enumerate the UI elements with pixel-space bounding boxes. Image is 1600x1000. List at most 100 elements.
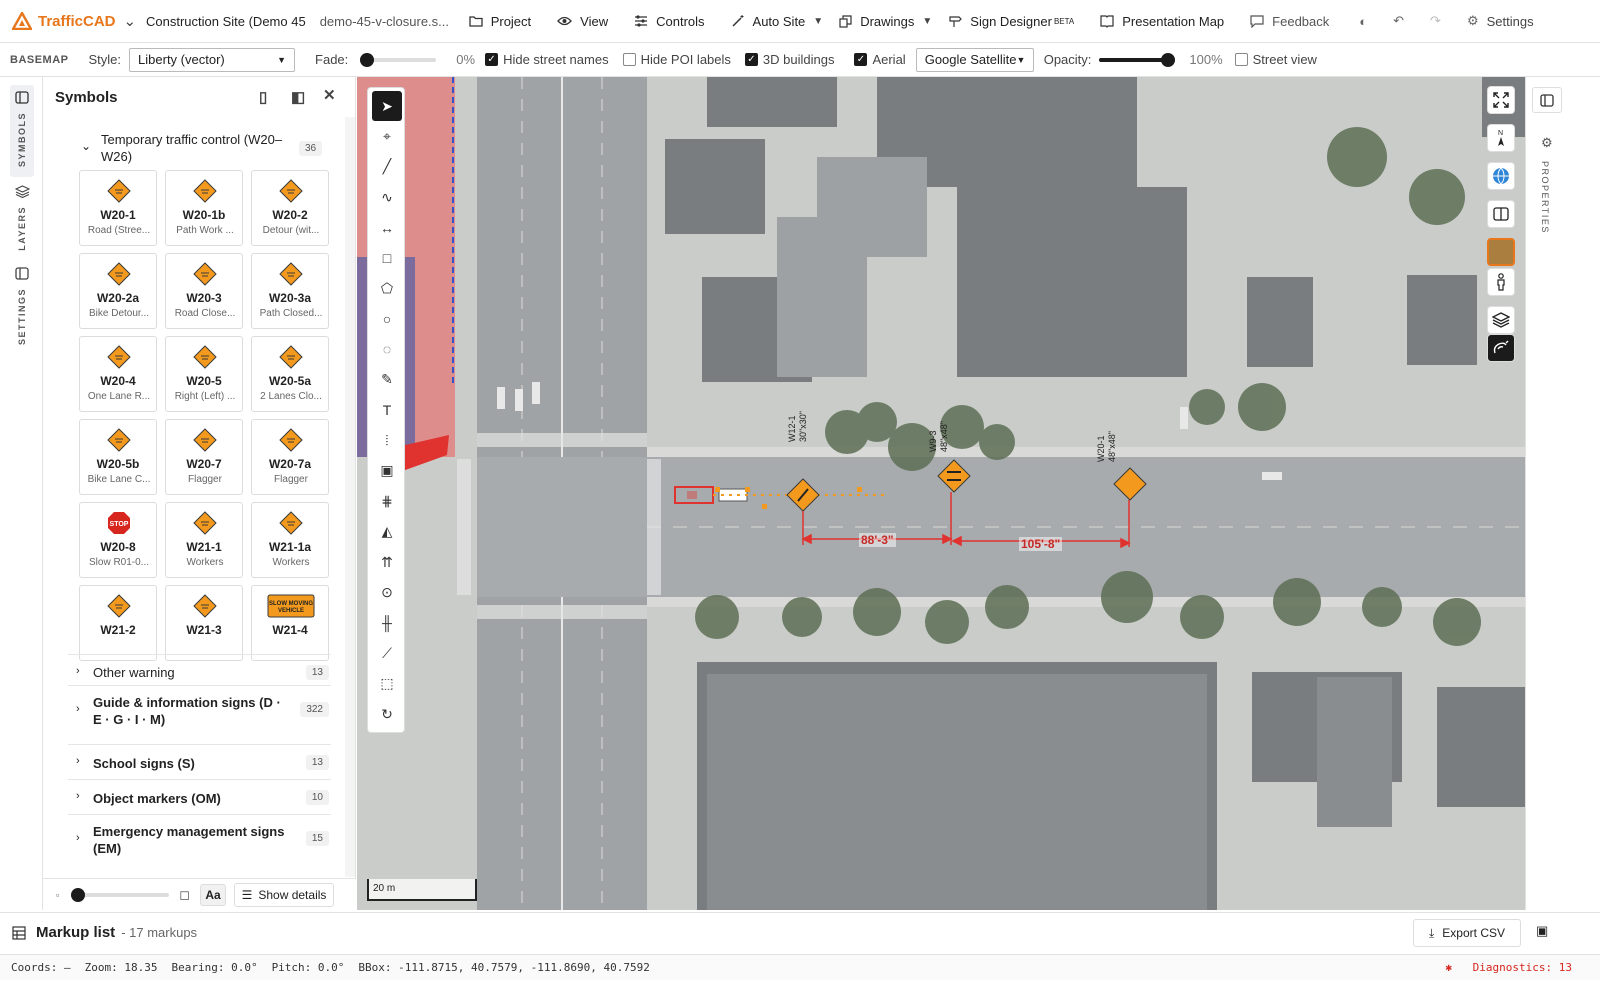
split-icon[interactable]: ◧ [291, 88, 305, 106]
sign-label-w12-1: W12-1 30"x30" [787, 411, 808, 442]
sign-tile-w20-3[interactable]: W20-3 Road Close... [165, 253, 243, 329]
sign-tool[interactable]: ▣ [372, 456, 402, 486]
text-tool[interactable]: T [372, 395, 402, 425]
properties-label[interactable]: PROPERTIES [1540, 161, 1550, 234]
settings-label[interactable]: Settings [1487, 14, 1534, 29]
group-guide-information-signs-d-e-g-i-m[interactable]: › Guide & information signs (D · E · G · … [68, 685, 331, 737]
line-tool[interactable]: ╱ [372, 152, 402, 182]
dimension-tool[interactable]: ↔ [372, 213, 402, 243]
globe-button[interactable] [1487, 162, 1515, 190]
panel-scrollbar[interactable] [345, 117, 355, 877]
project-title[interactable]: Construction Site (Demo 45 [146, 14, 306, 29]
basemap-thumbnail-button[interactable] [1487, 238, 1515, 266]
map-sign-w12-1[interactable] [786, 478, 820, 512]
split-view-button[interactable] [1487, 200, 1515, 228]
aerial-source-select[interactable]: Google Satellite ▼ [915, 47, 1034, 72]
layers-button[interactable] [1487, 306, 1515, 334]
dimension-label-1[interactable]: 88'-3" [859, 533, 896, 547]
tile-size-slider[interactable] [71, 887, 170, 902]
app-brand[interactable]: TrafficCAD ⌄ [0, 12, 140, 30]
sign-tile-w21-1[interactable]: W21-1 Workers [165, 502, 243, 578]
sign-tile-w20-7a[interactable]: W20-7a Flagger [251, 419, 329, 495]
markup-list-bar[interactable]: Markup list - 17 markups ⤓ Export CSV ▣ [0, 912, 1600, 952]
sign-tile-w21-1a[interactable]: W21-1a Workers [251, 502, 329, 578]
sign-tile-w20-3a[interactable]: W20-3a Path Closed... [251, 253, 329, 329]
aerial-checkbox[interactable]: ✓ Aerial [854, 52, 906, 67]
menu-controls[interactable]: Controls [634, 14, 705, 29]
curve-tool[interactable]: ∿ [372, 182, 402, 212]
hide-poi-labels-checkbox[interactable]: Hide POI labels [622, 52, 731, 67]
diagnostics-indicator[interactable]: ✱ Diagnostics: 13 [1445, 961, 1586, 974]
menu-presentation-map[interactable]: Presentation Map [1100, 14, 1224, 29]
collapse-button[interactable] [1532, 87, 1562, 113]
map-canvas[interactable]: W12-1 30"x30" W9-3 48"x48" W20-1 48"x48" 88… [357, 77, 1525, 910]
undo-icon[interactable]: ↶ [1393, 13, 1404, 29]
dimension-label-2[interactable]: 105'-8" [1019, 537, 1063, 551]
menu-drawings[interactable]: Drawings ▼ [839, 14, 932, 29]
rotate-tool[interactable]: ↻ [372, 699, 402, 729]
circle-tool[interactable]: ○ [372, 304, 402, 334]
fullscreen-button[interactable] [1487, 86, 1515, 114]
group-emergency-management-signs-em[interactable]: › Emergency management signs (EM) 15 [68, 814, 331, 866]
sign-tile-w20-5[interactable]: W20-5 Right (Left) ... [165, 336, 243, 412]
opacity-slider[interactable] [1099, 52, 1176, 67]
rail-tab-layers[interactable]: LAYERS [10, 185, 34, 255]
street-view-checkbox[interactable]: Street view [1234, 52, 1317, 67]
menu-feedback[interactable]: Feedback [1250, 14, 1329, 29]
hide-street-names-checkbox[interactable]: ✓ Hide street names [485, 52, 609, 67]
sign-tile-w20-7[interactable]: W20-7 Flagger [165, 419, 243, 495]
close-icon[interactable]: ✕ [323, 86, 336, 104]
compass-button[interactable]: N [1487, 124, 1515, 152]
map-sign-w9-3[interactable] [937, 459, 971, 493]
lasso-tool[interactable]: ⌖ [372, 121, 402, 151]
crosswalk-tool[interactable]: ⋕ [372, 486, 402, 516]
gear-icon[interactable]: ⚙ [1467, 13, 1479, 29]
measure-tool[interactable]: ⟋ [372, 638, 402, 668]
sign-tile-w20-1[interactable]: W20-1 Road (Stree... [79, 170, 157, 246]
lane-tool[interactable]: ⇈ [372, 547, 402, 577]
menu-auto-site[interactable]: Auto Site ▼ [731, 14, 823, 29]
sign-tile-w20-8[interactable]: STOP W20-8 Slow R01-0... [79, 502, 157, 578]
export-csv-button[interactable]: ⤓ Export CSV [1413, 919, 1521, 947]
group-temporary-traffic-control[interactable]: ⌄ Temporary traffic control (W20–W26) 36 [79, 129, 329, 169]
gesture-button[interactable] [1487, 334, 1515, 362]
rectangle-tool[interactable]: □ [372, 243, 402, 273]
menu-project[interactable]: Project [469, 14, 531, 29]
barrier-tool[interactable]: ╫ [372, 608, 402, 638]
menu-view[interactable]: View [557, 14, 608, 29]
pegman-button[interactable] [1487, 268, 1515, 296]
sign-tile-w20-2[interactable]: W20-2 Detour (wit... [251, 170, 329, 246]
properties-settings-icon[interactable]: ⚙ [1541, 135, 1553, 151]
sign-tile-w20-1b[interactable]: W20-1b Path Work ... [165, 170, 243, 246]
group-school-signs-s[interactable]: › School signs (S) 13 [68, 744, 331, 780]
taper-tool[interactable]: ⦙ [372, 425, 402, 455]
style-select[interactable]: Liberty (vector) ▼ [129, 47, 296, 72]
point-tool[interactable]: ⊙ [372, 577, 402, 607]
group-object-markers-om[interactable]: › Object markers (OM) 10 [68, 779, 331, 815]
polygon-tool[interactable]: ⬠ [372, 273, 402, 303]
expand-panel-icon[interactable]: ▣ [1536, 923, 1548, 939]
sign-tile-w20-5b[interactable]: W20-5b Bike Lane C... [79, 419, 157, 495]
text-size-button[interactable]: Aa [200, 883, 226, 906]
rail-tab-settings[interactable]: SETTINGS [10, 267, 34, 347]
select-tool[interactable]: ➤ [372, 91, 402, 121]
3d-buildings-checkbox[interactable]: ✓ 3D buildings [744, 52, 834, 67]
redo-icon[interactable]: ↷ [1430, 13, 1441, 29]
sign-tile-w21-2[interactable]: W21-2 [79, 585, 157, 661]
select-area-tool[interactable]: ⬚ [372, 669, 402, 699]
map-sign-w20-1[interactable] [1113, 467, 1147, 501]
sign-tile-w20-2a[interactable]: W20-2a Bike Detour... [79, 253, 157, 329]
ellipse-tool[interactable]: ◌ [372, 334, 402, 364]
sign-tile-w21-4[interactable]: SLOW MOVING VEHICLE W21-4 [251, 585, 329, 661]
fade-slider[interactable] [360, 52, 437, 67]
dark-mode-icon[interactable]: ◐ [1359, 14, 1367, 29]
sign-tile-w21-3[interactable]: W21-3 [165, 585, 243, 661]
show-details-button[interactable]: ☰ Show details [234, 882, 334, 907]
dock-icon[interactable]: ▯ [259, 88, 267, 106]
pencil-tool[interactable]: ✎ [372, 365, 402, 395]
sign-tile-w20-4[interactable]: W20-4 One Lane R... [79, 336, 157, 412]
menu-sign-designer[interactable]: Sign Designer BETA [948, 14, 1074, 29]
sign-tile-w20-5a[interactable]: W20-5a 2 Lanes Clo... [251, 336, 329, 412]
turn-tool[interactable]: ◭ [372, 517, 402, 547]
rail-tab-symbols[interactable]: SYMBOLS [10, 85, 34, 177]
